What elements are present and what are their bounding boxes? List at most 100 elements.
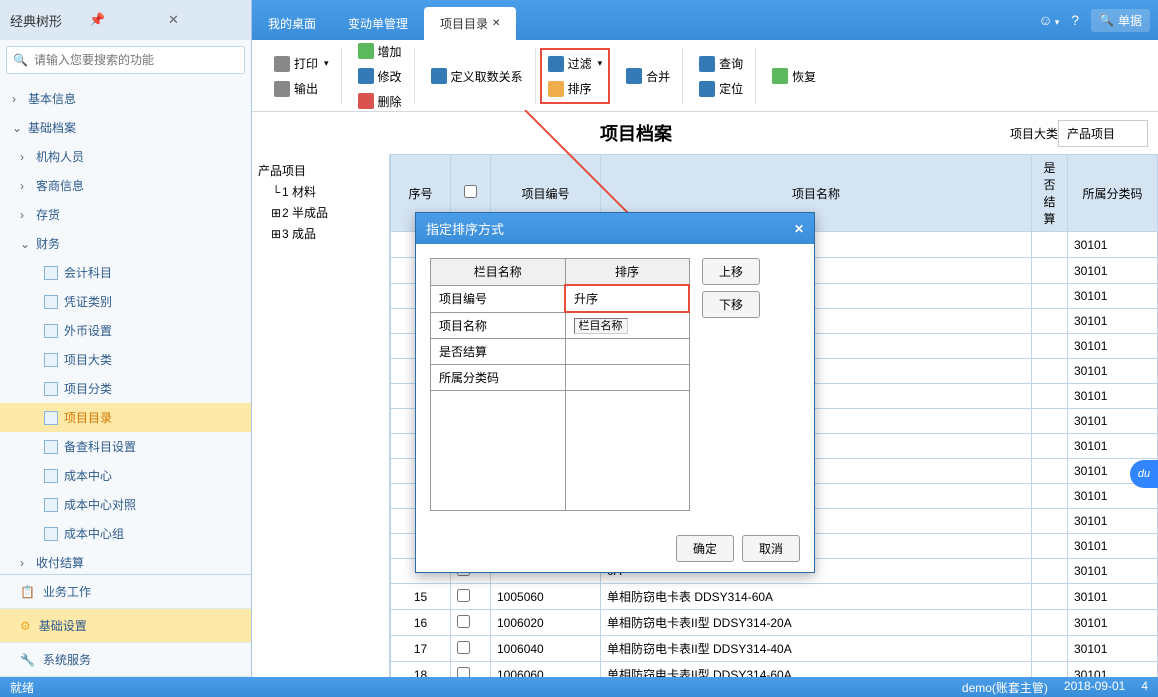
nav-project-dir[interactable]: 项目目录	[0, 403, 251, 432]
print-icon	[274, 56, 290, 72]
print-button[interactable]: 打印	[270, 53, 333, 74]
tab-project-dir[interactable]: 项目目录 ✕	[424, 7, 516, 40]
locate-button[interactable]: 定位	[695, 78, 747, 99]
clipboard-icon: 📋	[20, 585, 35, 599]
nav-cost-center[interactable]: 成本中心	[0, 461, 251, 490]
dialog-r1[interactable]: 项目编号	[431, 285, 566, 312]
smiley-icon[interactable]: ☺	[1038, 12, 1059, 28]
dialog-r1-sort[interactable]: 升序	[565, 285, 689, 312]
nav-bottom-settings[interactable]: ⚙基础设置	[0, 609, 251, 643]
nav-cost-center-group[interactable]: 成本中心组	[0, 519, 251, 548]
table-title-row: 项目档案 项目大类 产品项目	[252, 112, 1158, 154]
nav-account-subject[interactable]: 会计科目	[0, 258, 251, 287]
edit-button[interactable]: 修改	[354, 66, 406, 87]
th-category[interactable]: 所属分类码	[1068, 155, 1158, 232]
delete-button[interactable]: 删除	[354, 91, 406, 112]
help-icon[interactable]: ?	[1071, 12, 1079, 28]
dialog-r2-val[interactable]: 栏目名称	[565, 312, 689, 338]
sidebar-search-input[interactable]	[34, 53, 238, 67]
filter-value[interactable]: 产品项目	[1058, 120, 1148, 147]
search-icon: 🔍	[13, 53, 28, 67]
check-all[interactable]	[464, 185, 477, 198]
nav-bottom: 📋业务工作 ⚙基础设置 🔧系统服务	[0, 574, 251, 677]
query-icon	[699, 56, 715, 72]
nav-org-person[interactable]: ›机构人员	[0, 142, 251, 171]
define-icon	[431, 68, 447, 84]
top-search[interactable]: 🔍 单据	[1091, 9, 1150, 32]
dialog-header[interactable]: 指定排序方式 ✕	[416, 213, 814, 244]
btn-down[interactable]: 下移	[702, 291, 760, 318]
nav-foreign-currency[interactable]: 外币设置	[0, 316, 251, 345]
search-icon: 🔍	[1099, 13, 1114, 27]
nav-project-category[interactable]: 项目大类	[0, 345, 251, 374]
left-sidebar: 🔍 ›基本信息 ⌄基础档案 ›机构人员 ›客商信息 ›存货 ⌄财务 会计科目 凭…	[0, 40, 252, 677]
tab-desktop[interactable]: 我的桌面	[252, 7, 332, 40]
dialog-close-icon[interactable]: ✕	[794, 222, 804, 236]
doc-icon	[44, 411, 58, 425]
nav-project-class[interactable]: 项目分类	[0, 374, 251, 403]
doc-icon	[44, 498, 58, 512]
define-rel-button[interactable]: 定义取数关系	[427, 66, 527, 87]
dialog-r2[interactable]: 项目名称	[431, 312, 566, 338]
tree-n2[interactable]: ⊞2 半成品	[258, 202, 383, 223]
nav-base-archive[interactable]: ⌄基础档案	[0, 113, 251, 142]
filter-icon	[548, 56, 564, 72]
sidebar-search[interactable]: 🔍	[6, 46, 245, 74]
btn-cancel[interactable]: 取消	[742, 535, 800, 562]
row-checkbox[interactable]	[457, 641, 470, 654]
merge-button[interactable]: 合并	[622, 66, 674, 87]
dialog-th-sort: 排序	[565, 259, 689, 286]
query-button[interactable]: 查询	[695, 53, 747, 74]
btn-up[interactable]: 上移	[702, 258, 760, 285]
left-panel-close-icon[interactable]: ✕	[168, 12, 241, 28]
nav-cost-center-compare[interactable]: 成本中心对照	[0, 490, 251, 519]
tab-change-order[interactable]: 变动单管理	[332, 7, 424, 40]
table-row[interactable]: 18 1006060 单相防窃电卡表II型 DDSY314-60A 30101	[391, 662, 1158, 678]
nav-voucher-type[interactable]: 凭证类别	[0, 287, 251, 316]
dialog-th-name: 栏目名称	[431, 259, 566, 286]
add-button[interactable]: 增加	[354, 41, 406, 62]
nav-tree: ›基本信息 ⌄基础档案 ›机构人员 ›客商信息 ›存货 ⌄财务 会计科目 凭证类…	[0, 80, 251, 574]
status-page: 4	[1141, 679, 1148, 696]
nav-bottom-system[interactable]: 🔧系统服务	[0, 643, 251, 677]
restore-button[interactable]: 恢复	[768, 66, 820, 87]
nav-memo-subject[interactable]: 备查科目设置	[0, 432, 251, 461]
nav-pay-settle[interactable]: ›收付结算	[0, 548, 251, 574]
th-settle[interactable]: 是否结算	[1032, 155, 1068, 232]
tree-panel: 产品项目 └1 材料 ⊞2 半成品 ⊞3 成品	[252, 154, 390, 677]
sort-button[interactable]: 排序	[544, 78, 607, 99]
doc-icon	[44, 527, 58, 541]
baidu-float-icon[interactable]: du	[1130, 460, 1158, 488]
output-button[interactable]: 输出	[270, 78, 333, 99]
row-checkbox[interactable]	[457, 667, 470, 678]
dialog-r4[interactable]: 所属分类码	[431, 364, 566, 390]
gear-icon: ⚙	[20, 619, 31, 633]
sort-icon	[548, 81, 564, 97]
tree-n1[interactable]: └1 材料	[258, 181, 383, 202]
pin-icon[interactable]: 📌	[89, 12, 162, 28]
locate-icon	[699, 81, 715, 97]
dialog-r3[interactable]: 是否结算	[431, 338, 566, 364]
table-row[interactable]: 15 1005060 单相防窃电卡表 DDSY314-60A 30101	[391, 584, 1158, 610]
nav-inventory[interactable]: ›存货	[0, 200, 251, 229]
doc-icon	[44, 440, 58, 454]
sort-dialog: 指定排序方式 ✕ 栏目名称 排序 项目编号升序 项目名称栏目名称 是否结算 所属…	[415, 212, 815, 573]
tree-root[interactable]: 产品项目	[258, 160, 383, 181]
btn-ok[interactable]: 确定	[676, 535, 734, 562]
nav-bottom-business[interactable]: 📋业务工作	[0, 575, 251, 609]
row-checkbox[interactable]	[457, 589, 470, 602]
filter-button[interactable]: 过滤	[544, 53, 607, 74]
table-row[interactable]: 17 1006040 单相防窃电卡表II型 DDSY314-40A 30101	[391, 636, 1158, 662]
row-checkbox[interactable]	[457, 615, 470, 628]
filter-label: 项目大类	[1010, 125, 1058, 142]
add-icon	[358, 43, 374, 59]
delete-icon	[358, 93, 374, 109]
tree-n3[interactable]: ⊞3 成品	[258, 223, 383, 244]
nav-finance[interactable]: ⌄财务	[0, 229, 251, 258]
tab-close-icon[interactable]: ✕	[492, 18, 500, 29]
doc-icon	[44, 324, 58, 338]
toolbar: 打印 输出 增加 修改 删除 定义取数关系 过滤 排序 合并 查询 定位 恢复	[252, 40, 1158, 112]
table-row[interactable]: 16 1006020 单相防窃电卡表II型 DDSY314-20A 30101	[391, 610, 1158, 636]
nav-customer-info[interactable]: ›客商信息	[0, 171, 251, 200]
nav-basic-info[interactable]: ›基本信息	[0, 84, 251, 113]
